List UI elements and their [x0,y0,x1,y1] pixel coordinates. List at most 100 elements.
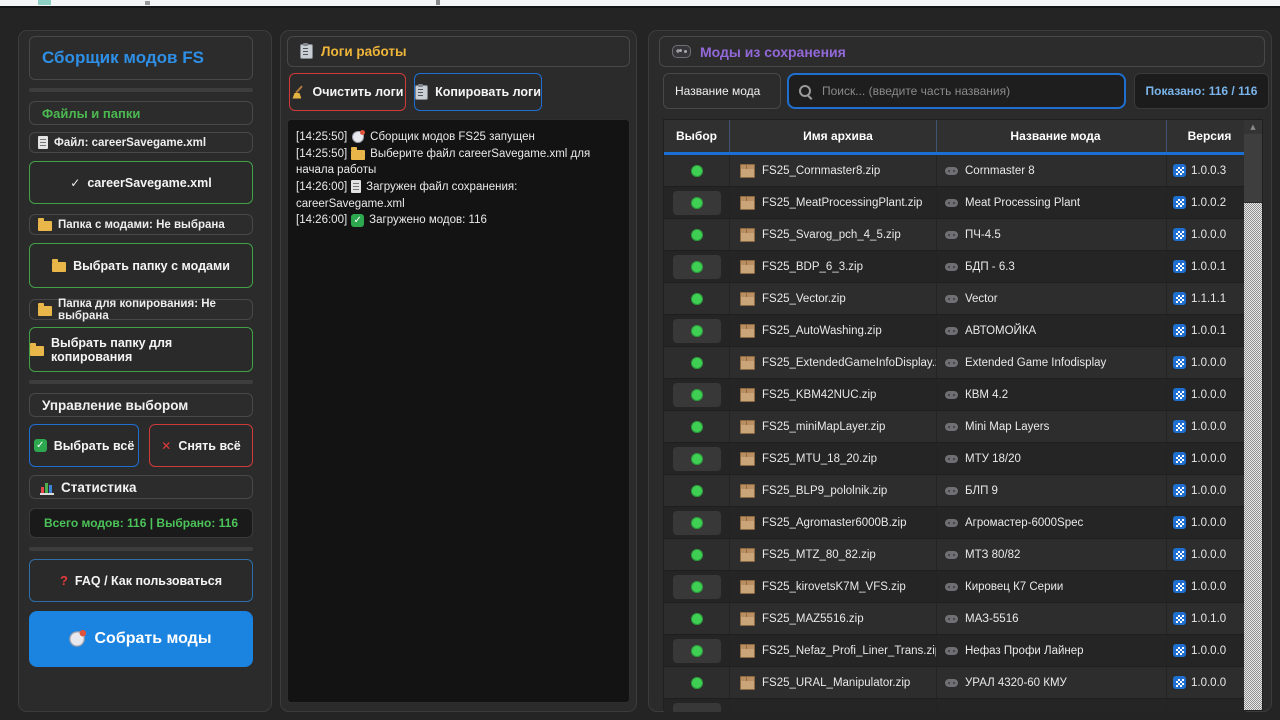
version-badge-icon [1173,196,1186,209]
table-row[interactable] [664,699,1246,712]
version-cell: 1.0.0.1 [1167,315,1246,346]
archive-name: FS25_miniMapLayer.zip [762,421,885,433]
table-row[interactable]: FS25_MAZ5516.zip МАЗ-5516 1.0.1.0 [664,603,1246,635]
table-row[interactable]: FS25_Svarog_pch_4_5.zip ПЧ-4.5 1.0.0.0 [664,219,1246,251]
mod-selected-toggle[interactable] [673,703,721,713]
version-badge-icon [1173,164,1186,177]
mod-selected-toggle[interactable] [673,351,721,375]
logs-heading-box: Логи работы [287,36,630,67]
mod-selected-toggle[interactable] [673,447,721,471]
document-icon [38,136,48,149]
search-input[interactable] [820,83,1114,99]
mod-selected-toggle[interactable] [673,543,721,567]
scrollbar-thumb[interactable] [1244,134,1262,203]
mod-selected-toggle[interactable] [673,255,721,279]
folder-icon [52,262,66,272]
choose-copy-folder-button[interactable]: Выбрать папку для копирования [29,327,253,372]
version-value: 1.0.0.0 [1191,229,1226,241]
mod-selected-toggle[interactable] [673,159,721,183]
table-row[interactable]: FS25_Agromaster6000B.zip Агромастер-6000… [664,507,1246,539]
table-row[interactable]: FS25_URAL_Manipulator.zip УРАЛ 4320-60 К… [664,667,1246,699]
scroll-up-arrow[interactable]: ▲ [1244,120,1262,134]
select-cell [664,603,730,634]
mod-selected-toggle[interactable] [673,191,721,215]
table-row[interactable]: FS25_kirovetsK7M_VFS.zip Кировец К7 Сери… [664,571,1246,603]
mods-table-header: Выбор Имя архива Название мода Версия [664,120,1246,152]
table-row[interactable]: FS25_BDP_6_3.zip БДП - 6.3 1.0.0.1 [664,251,1246,283]
mod-selected-toggle[interactable] [673,607,721,631]
copy-logs-button[interactable]: Копировать логи [414,73,542,111]
mod-selected-toggle[interactable] [673,319,721,343]
archive-name: FS25_Vector.zip [762,293,846,305]
gamepad-icon [945,583,958,591]
table-row[interactable]: FS25_KBM42NUC.zip КВМ 4.2 1.0.0.0 [664,379,1246,411]
table-row[interactable]: FS25_BLP9_pololnik.zip БЛП 9 1.0.0.0 [664,475,1246,507]
version-value: 1.0.0.0 [1191,485,1226,497]
version-value: 1.0.0.0 [1191,357,1226,369]
package-icon [740,484,755,498]
mod-name-cell: ПЧ-4.5 [937,219,1167,250]
mod-selected-toggle[interactable] [673,511,721,535]
version-value: 1.0.0.0 [1191,581,1226,593]
shown-counter: Показано: 116 / 116 [1146,84,1258,98]
mod-selected-toggle[interactable] [673,575,721,599]
gamepad-icon [945,263,958,271]
table-row[interactable]: FS25_miniMapLayer.zip Mini Map Layers 1.… [664,411,1246,443]
select-all-button[interactable]: Выбрать всё [29,424,139,467]
version-cell: 1.0.0.0 [1167,667,1246,698]
mod-name: Нефаз Профи Лайнер [965,645,1084,657]
column-header-archive: Имя архива [730,120,937,152]
table-row[interactable]: FS25_Nefaz_Profi_Liner_Trans.zip Нефаз П… [664,635,1246,667]
log-entry: [14:26:00]Загружено модов: 116 [296,212,621,229]
mod-name: Агромастер-6000Spec [965,517,1083,529]
scrollbar-track[interactable] [1244,134,1262,710]
mod-selected-toggle[interactable] [673,287,721,311]
mod-selected-toggle[interactable] [673,479,721,503]
mod-name-cell: БЛП 9 [937,475,1167,506]
archive-name: FS25_Cornmaster8.zip [762,165,880,177]
table-row[interactable]: FS25_Cornmaster8.zip Cornmaster 8 1.0.0.… [664,155,1246,187]
mod-selected-toggle[interactable] [673,671,721,695]
gamepad-icon [945,647,958,655]
archive-cell: FS25_BDP_6_3.zip [730,251,937,282]
table-row[interactable]: FS25_Vector.zip Vector 1.1.1.1 [664,283,1246,315]
savegame-file-status: Файл: careerSavegame.xml [29,132,253,153]
mod-name-cell: Агромастер-6000Spec [937,507,1167,538]
log-output[interactable]: [14:25:50]Сборщик модов FS25 запущен [14… [287,119,630,703]
table-row[interactable]: FS25_ExtendedGameInfoDisplay.zip Extende… [664,347,1246,379]
table-row[interactable]: FS25_AutoWashing.zip АВТОМОЙКА 1.0.0.1 [664,315,1246,347]
faq-button[interactable]: FAQ / Как пользоваться [29,559,253,602]
archive-cell: FS25_MAZ5516.zip [730,603,937,634]
version-cell: 1.1.1.1 [1167,283,1246,314]
log-timestamp: [14:25:50] [296,131,347,143]
app-window: Сборщик модов FS Файлы и папки Файл: car… [0,0,1280,720]
folder-icon [30,346,44,356]
choose-savegame-button[interactable]: ✓ careerSavegame.xml [29,161,253,204]
version-badge-icon [1173,420,1186,433]
mod-selected-toggle[interactable] [673,415,721,439]
rocket-icon [68,630,86,648]
mod-selected-toggle[interactable] [673,383,721,407]
mod-name-cell: Кировец К7 Серии [937,571,1167,602]
select-cell [664,379,730,410]
choose-mods-folder-button[interactable]: Выбрать папку с модами [29,243,253,288]
package-icon [740,516,755,530]
deselect-all-button[interactable]: Снять всё [149,424,253,467]
mod-name-cell: Meat Processing Plant [937,187,1167,218]
table-row[interactable]: FS25_MeatProcessingPlant.zip Meat Proces… [664,187,1246,219]
mod-name-cell [937,699,1167,712]
copy-folder-status: Папка для копирования: Не выбрана [29,299,253,320]
mod-selected-toggle[interactable] [673,223,721,247]
package-icon [740,260,755,274]
collect-mods-button[interactable]: Собрать моды [29,611,253,667]
select-cell [664,251,730,282]
table-row[interactable]: FS25_MTU_18_20.zip МТУ 18/20 1.0.0.0 [664,443,1246,475]
clear-logs-button[interactable]: Очистить логи [289,73,406,111]
mod-selected-toggle[interactable] [673,639,721,663]
table-row[interactable]: FS25_MTZ_80_82.zip МТЗ 80/82 1.0.0.0 [664,539,1246,571]
x-icon [161,439,171,453]
archive-cell: FS25_MTU_18_20.zip [730,443,937,474]
log-timestamp: [14:26:00] [296,214,347,226]
archive-cell: FS25_Nefaz_Profi_Liner_Trans.zip [730,635,937,666]
question-icon [60,573,68,588]
